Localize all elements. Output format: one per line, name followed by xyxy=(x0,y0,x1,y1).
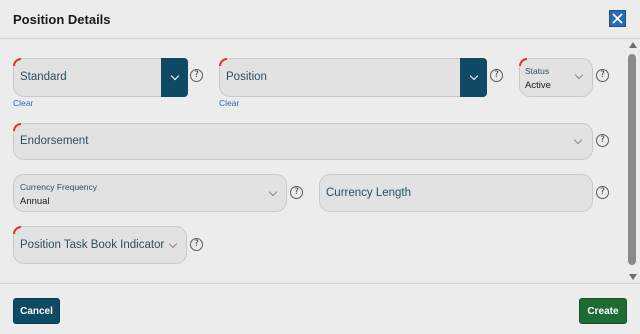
currency-length-help-icon[interactable]: ? xyxy=(596,186,609,199)
vertical-scrollbar[interactable] xyxy=(626,40,638,282)
scrollbar-thumb[interactable] xyxy=(628,54,636,265)
currency-frequency-select[interactable]: Currency Frequency Annual xyxy=(13,174,287,212)
close-icon xyxy=(612,13,623,24)
position-dropdown-button[interactable] xyxy=(460,58,487,97)
status-select[interactable]: Status Active xyxy=(519,58,593,97)
position-select[interactable]: Position xyxy=(219,58,487,97)
currency-frequency-label: Currency Frequency xyxy=(20,182,98,192)
required-indicator xyxy=(519,58,527,66)
endorsement-placeholder: Endorsement xyxy=(20,135,89,147)
create-button[interactable]: Create xyxy=(579,298,627,324)
endorsement-select[interactable]: Endorsement xyxy=(13,123,593,160)
position-clear-link[interactable]: Clear xyxy=(219,98,239,108)
required-indicator xyxy=(13,123,21,131)
chevron-down-icon xyxy=(573,135,583,145)
standard-dropdown-button[interactable] xyxy=(161,58,188,97)
required-indicator xyxy=(219,58,227,66)
standard-help-icon[interactable]: ? xyxy=(190,69,203,82)
position-placeholder: Position xyxy=(226,71,267,83)
scroll-up-arrow-icon[interactable] xyxy=(629,42,637,48)
dialog-footer: Cancel Create xyxy=(0,283,640,334)
standard-placeholder: Standard xyxy=(20,71,67,83)
status-help-icon[interactable]: ? xyxy=(596,69,609,82)
currency-frequency-help-icon[interactable]: ? xyxy=(290,186,303,199)
standard-select[interactable]: Standard xyxy=(13,58,188,97)
chevron-down-icon xyxy=(168,239,178,249)
close-button[interactable] xyxy=(609,10,626,27)
currency-length-field[interactable]: Currency Length xyxy=(319,174,593,212)
chevron-down-icon xyxy=(268,187,278,197)
position-help-icon[interactable]: ? xyxy=(490,69,503,82)
status-value: Active xyxy=(525,80,551,91)
task-book-indicator-help-icon[interactable]: ? xyxy=(190,238,203,251)
status-label: Status xyxy=(525,66,550,76)
required-indicator xyxy=(13,226,21,234)
task-book-indicator-placeholder: Position Task Book Indicator xyxy=(20,239,165,251)
chevron-down-icon xyxy=(469,71,478,81)
scroll-down-arrow-icon[interactable] xyxy=(629,274,637,280)
dialog-title: Position Details xyxy=(13,12,111,27)
currency-frequency-value: Annual xyxy=(20,196,50,207)
currency-length-placeholder: Currency Length xyxy=(326,187,412,199)
required-indicator xyxy=(13,58,21,66)
endorsement-help-icon[interactable]: ? xyxy=(596,134,609,147)
chevron-down-icon xyxy=(170,71,179,81)
task-book-indicator-select[interactable]: Position Task Book Indicator xyxy=(13,226,187,264)
chevron-down-icon xyxy=(574,70,584,80)
dialog-header: Position Details xyxy=(0,0,640,39)
cancel-button[interactable]: Cancel xyxy=(13,298,60,324)
standard-clear-link[interactable]: Clear xyxy=(13,98,33,108)
